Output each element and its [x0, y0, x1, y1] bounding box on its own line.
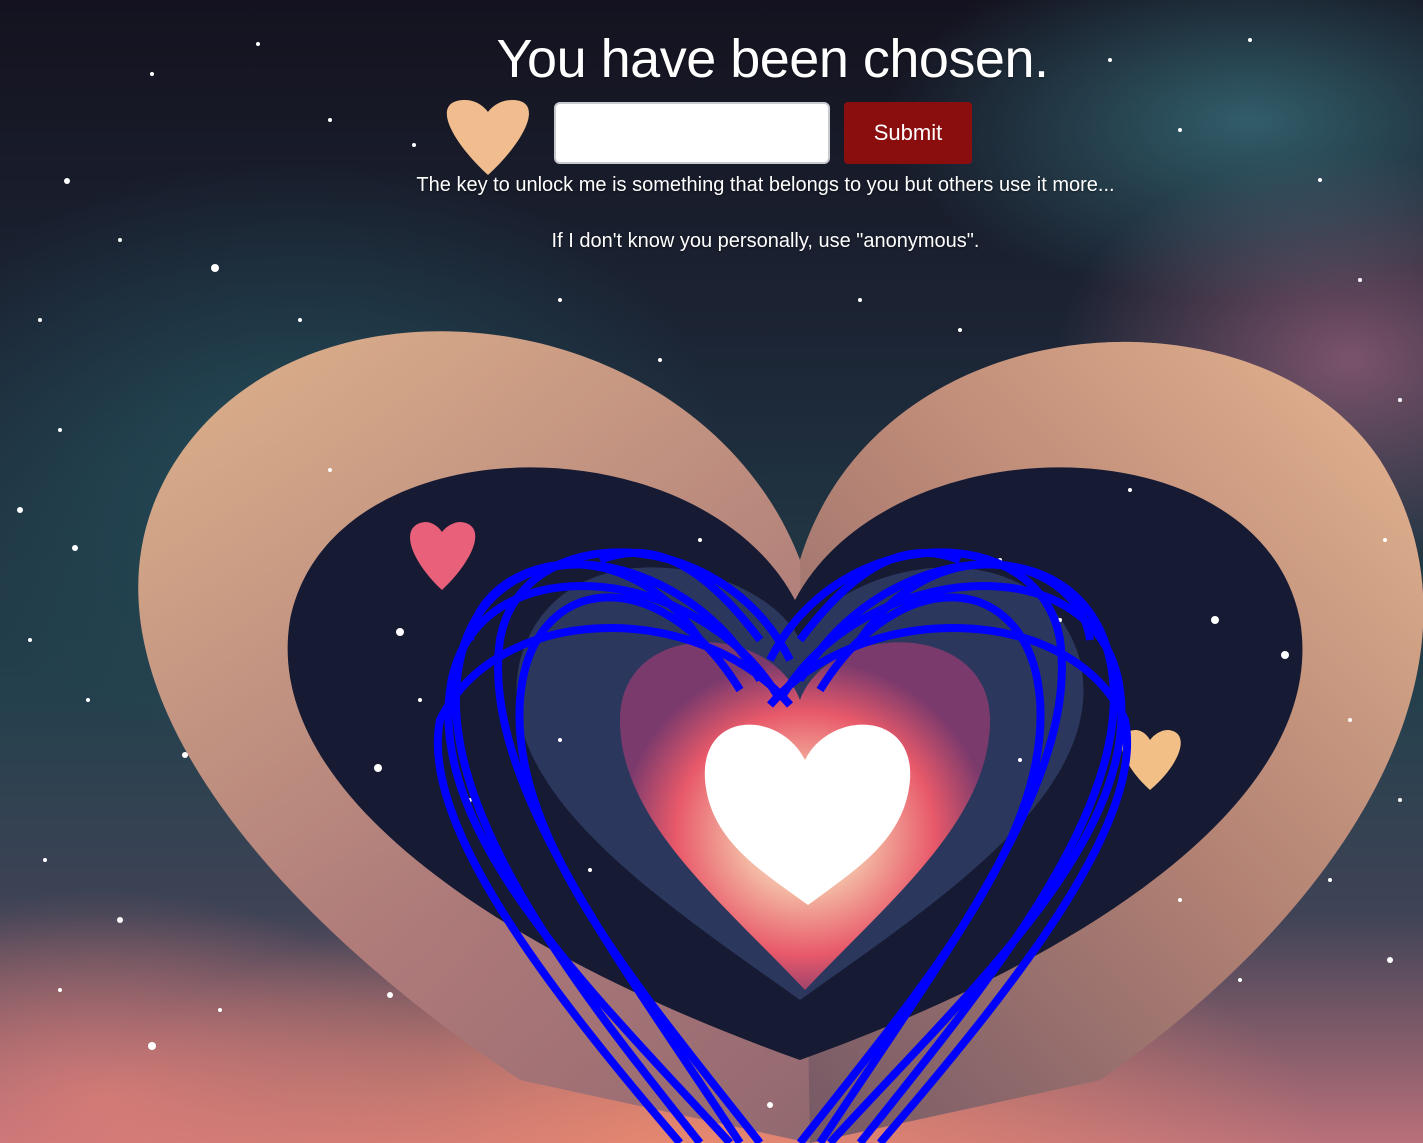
- key-form: Submit: [554, 102, 972, 164]
- hint-secondary: If I don't know you personally, use "ano…: [551, 230, 980, 252]
- key-input[interactable]: [554, 102, 830, 164]
- page-title: You have been chosen.: [496, 29, 1050, 89]
- submit-button[interactable]: Submit: [844, 102, 972, 164]
- page-background: You have been chosen. Submit The key to …: [0, 0, 1423, 1143]
- floating-heart-icon: [446, 100, 529, 175]
- hint-primary: The key to unlock me is something that b…: [416, 174, 1115, 196]
- cosmic-heart-artwork: [17, 38, 1423, 1143]
